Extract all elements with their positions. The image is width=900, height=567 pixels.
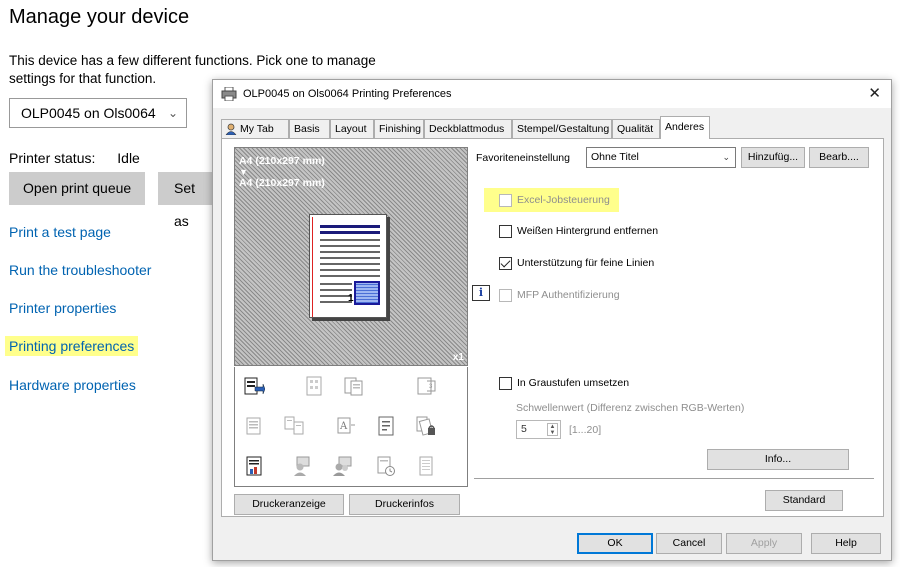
hinzufug-button[interactable]: Hinzufüg... xyxy=(741,147,805,168)
printer-icon xyxy=(221,87,237,101)
info-icon[interactable]: i xyxy=(472,285,490,301)
apply-button[interactable]: Apply xyxy=(726,533,802,554)
link-hardware-properties[interactable]: Hardware properties xyxy=(9,377,136,393)
help-button[interactable]: Help xyxy=(811,533,881,554)
schwellenwert-value: 5 xyxy=(521,423,527,435)
user-account-icon xyxy=(291,455,313,477)
report-chart-icon xyxy=(243,455,265,477)
duplex-pages-icon xyxy=(343,375,365,397)
document-form-icon xyxy=(375,415,397,437)
preview-image-block xyxy=(354,281,380,305)
text-a-icon: A xyxy=(335,415,357,437)
preview-page: 1 xyxy=(309,214,387,318)
chevron-down-icon: ⌄ xyxy=(722,152,730,162)
tab-panel-anderes: A4 (210x297 mm) ▼ A4 (210x297 mm) 1 x1 3… xyxy=(221,138,884,517)
chevron-down-icon: ⌄ xyxy=(167,106,178,120)
feine-linien-checkbox[interactable] xyxy=(499,257,512,270)
device-select-value: OLP0045 on Ols0064 xyxy=(21,105,156,121)
tab-anderes[interactable]: Anderes xyxy=(660,116,710,139)
preview-page-number: 1 xyxy=(348,293,354,304)
single-page-icon xyxy=(243,415,265,437)
secure-print-icon xyxy=(415,415,437,437)
link-printing-preferences[interactable]: Printing preferences xyxy=(5,336,139,356)
device-select[interactable]: OLP0045 on Ols0064 ⌄ xyxy=(9,98,187,128)
favorites-value: Ohne Titel xyxy=(591,151,639,163)
divider xyxy=(474,478,874,479)
preview-arrow-icon: ▼ xyxy=(239,167,248,177)
open-print-queue-button[interactable]: Open print queue xyxy=(9,172,146,205)
staple-icon: 3 xyxy=(415,375,437,397)
schwellenwert-stepper[interactable]: 5 ▲ ▼ xyxy=(516,420,561,439)
preview-output-size: A4 (210x297 mm) xyxy=(239,177,325,189)
bearb-button[interactable]: Bearb.... xyxy=(809,147,869,168)
page-title: Manage your device xyxy=(9,6,190,28)
tab-my-tab[interactable]: My Tab xyxy=(221,119,289,138)
tab-stempel-gestaltung[interactable]: Stempel/Gestaltung xyxy=(512,119,612,138)
graustufen-checkbox[interactable] xyxy=(499,377,512,390)
weissen-hintergrund-checkbox[interactable] xyxy=(499,225,512,238)
status-value: Idle xyxy=(117,150,140,166)
tab-deckblattmodus[interactable]: Deckblattmodus xyxy=(424,119,512,138)
status-label: Printer status: xyxy=(9,150,96,166)
feature-icons-area: 3 A xyxy=(234,367,468,487)
cancel-button[interactable]: Cancel xyxy=(656,533,722,554)
printer-status: Printer status: Idle xyxy=(9,150,140,166)
favorites-label: Favoriteneinstellung xyxy=(476,152,570,164)
favorites-select[interactable]: Ohne Titel ⌄ xyxy=(586,147,736,168)
preview-copies: x1 xyxy=(452,352,464,363)
schwellenwert-label: Schwellenwert (Differenz zwischen RGB-We… xyxy=(516,402,745,414)
link-troubleshooter[interactable]: Run the troubleshooter xyxy=(9,262,151,278)
tab-layout[interactable]: Layout xyxy=(330,119,374,138)
weissen-hintergrund-label: Weißen Hintergrund entfernen xyxy=(517,225,659,237)
multi-page-icon xyxy=(283,415,305,437)
schwellenwert-range: [1...20] xyxy=(569,424,602,436)
dialog-titlebar: OLP0045 on Ols0064 Printing Preferences … xyxy=(213,80,891,108)
svg-text:3: 3 xyxy=(429,384,433,390)
person-icon xyxy=(225,123,237,135)
svg-text:A: A xyxy=(339,421,348,432)
set-default-button[interactable]: Set as xyxy=(158,172,218,229)
standard-button[interactable]: Standard xyxy=(765,490,843,511)
feine-linien-label: Unterstützung für feine Linien xyxy=(517,257,655,269)
print-preview: A4 (210x297 mm) ▼ A4 (210x297 mm) 1 x1 xyxy=(234,147,468,366)
users-group-icon xyxy=(331,455,353,477)
tab-basis[interactable]: Basis xyxy=(289,119,330,138)
spinner-arrows-icon[interactable]: ▲ ▼ xyxy=(547,423,558,436)
layout-grid-icon xyxy=(303,375,325,397)
scheduled-print-icon xyxy=(375,455,397,477)
mfp-authentifizierung-label: MFP Authentifizierung xyxy=(517,289,620,301)
druckerinfos-button[interactable]: Druckerinfos xyxy=(349,494,460,515)
dialog-title: OLP0045 on Ols0064 Printing Preferences xyxy=(243,88,452,100)
druckeranzeige-button[interactable]: Druckeranzeige xyxy=(234,494,344,515)
printing-preferences-dialog: OLP0045 on Ols0064 Printing Preferences … xyxy=(212,79,892,561)
info-button[interactable]: Info... xyxy=(707,449,849,470)
excel-jobsteuerung-checkbox[interactable] xyxy=(499,194,512,207)
link-test-page[interactable]: Print a test page xyxy=(9,224,111,240)
mfp-authentifizierung-checkbox[interactable] xyxy=(499,289,512,302)
preview-original-size: A4 (210x297 mm) xyxy=(239,155,325,167)
graustufen-label: In Graustufen umsetzen xyxy=(517,377,630,389)
print-job-icon xyxy=(243,375,265,397)
tab-qualitat[interactable]: Qualität xyxy=(612,119,660,138)
link-printer-properties[interactable]: Printer properties xyxy=(9,300,116,316)
stack-pages-icon xyxy=(415,455,437,477)
tab-finishing[interactable]: Finishing xyxy=(374,119,424,138)
ok-button[interactable]: OK xyxy=(577,533,653,554)
close-icon[interactable]: ✕ xyxy=(868,80,881,108)
excel-jobsteuerung-label: Excel-Jobsteuerung xyxy=(517,194,610,206)
